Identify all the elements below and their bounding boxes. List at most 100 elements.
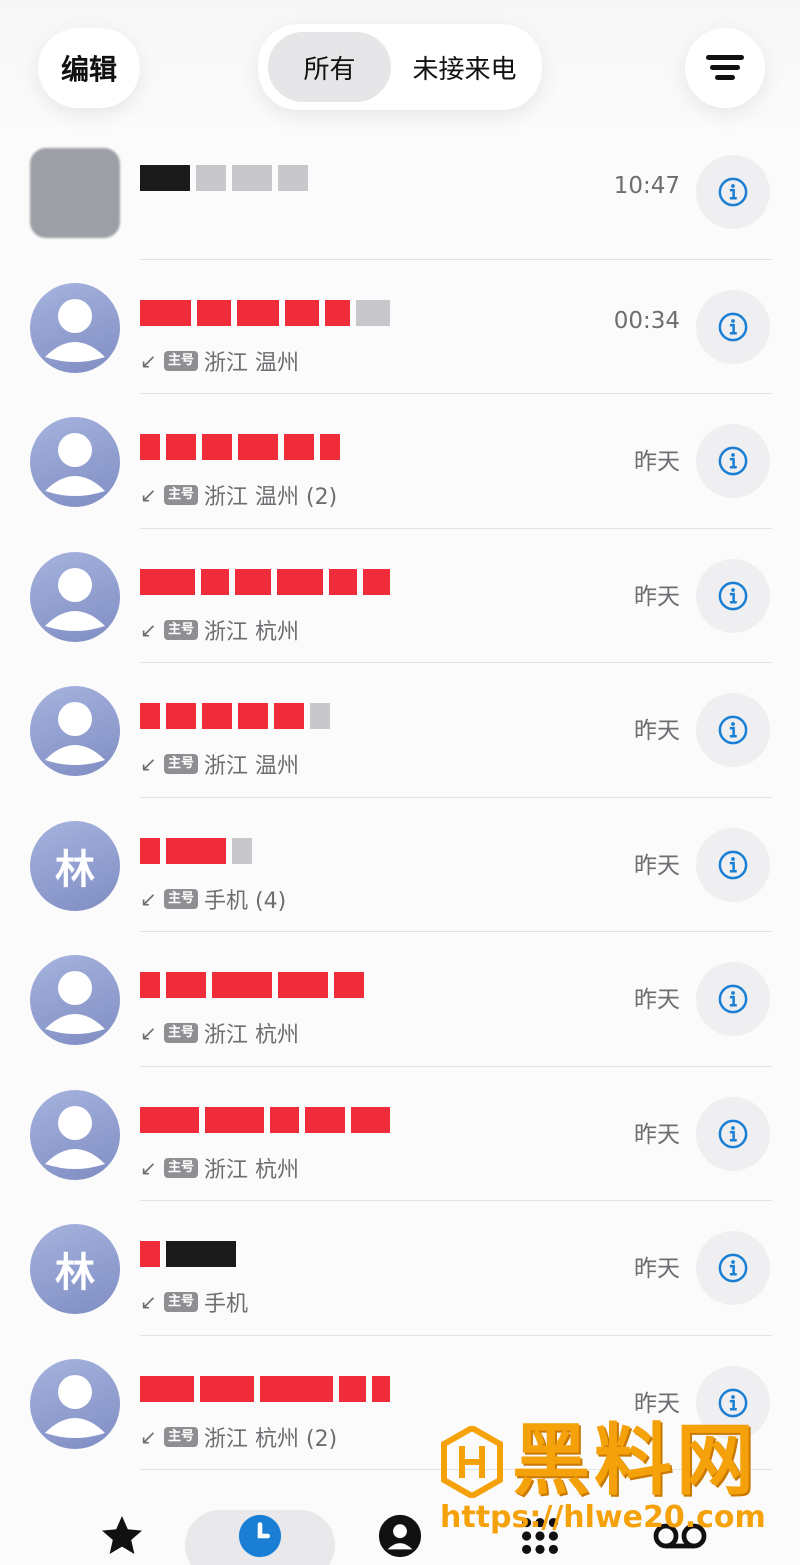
call-meta: ↙ 主号 浙江 温州 (2)	[140, 478, 337, 512]
redaction-block	[234, 568, 272, 595]
contact-avatar	[30, 551, 120, 642]
call-info-button[interactable]	[696, 1096, 770, 1171]
call-meta: ↙ 主号 浙江 杭州 (2)	[140, 1420, 337, 1454]
contact-avatar	[30, 148, 120, 238]
redaction-block	[284, 434, 314, 460]
sim-badge: 主号	[164, 1292, 199, 1312]
redaction-block	[284, 299, 319, 326]
contact-avatar: 林	[30, 1224, 120, 1314]
edit-button[interactable]: 编辑	[38, 28, 140, 108]
redaction-block	[334, 972, 364, 998]
contact-avatar	[30, 282, 120, 373]
redacted-caller-name	[140, 1239, 390, 1269]
call-row[interactable]: ↙ 主号 浙江 温州 00:34	[0, 260, 800, 394]
redacted-caller-name	[140, 432, 390, 462]
redaction-block	[278, 972, 328, 998]
call-row[interactable]: 林 ↙ 主号 手机 (4) 昨天	[0, 798, 800, 932]
person-silhouette-icon	[45, 298, 105, 362]
tab-recents[interactable]	[230, 1506, 290, 1565]
call-row[interactable]: ↙ 主号 浙江 温州 (2) 昨天	[0, 394, 800, 529]
filter-lines-icon	[706, 55, 744, 80]
info-icon	[718, 312, 748, 341]
call-info-button[interactable]	[696, 962, 770, 1036]
segment-missed[interactable]: 未接来电	[395, 32, 534, 102]
redaction-block	[140, 1106, 199, 1133]
contact-avatar	[30, 955, 120, 1045]
redaction-block	[166, 1241, 236, 1267]
info-icon	[718, 1253, 748, 1283]
incoming-call-arrow-icon: ↙	[140, 483, 157, 507]
segment-all[interactable]: 所有	[268, 32, 392, 102]
sim-badge: 主号	[164, 754, 199, 774]
person-silhouette-icon	[45, 702, 105, 765]
redaction-block	[338, 1375, 366, 1402]
info-icon	[718, 446, 748, 476]
redaction-block	[200, 1375, 255, 1402]
call-location: 手机 (4)	[204, 888, 287, 914]
call-row[interactable]: ↙ 主号 浙江 杭州 昨天	[0, 1067, 800, 1201]
info-icon	[718, 581, 748, 610]
sim-badge: 主号	[164, 350, 199, 371]
call-meta: ↙ 主号 浙江 温州	[140, 344, 299, 378]
call-info-button[interactable]	[696, 155, 770, 229]
call-time: 昨天	[634, 583, 680, 610]
contact-avatar	[30, 686, 120, 776]
redaction-block	[201, 568, 229, 595]
call-row[interactable]: ↙ 主号 浙江 温州 昨天	[0, 663, 800, 798]
sim-badge: 主号	[164, 1023, 199, 1043]
call-row[interactable]: ↙ 主号 浙江 杭州 昨天	[0, 529, 800, 663]
calls-filter-segmented-control: 所有 未接来电	[258, 24, 542, 110]
contact-avatar	[30, 1358, 120, 1449]
call-row[interactable]: ↙ 主号 浙江 杭州 昨天	[0, 932, 800, 1067]
call-info-button[interactable]	[696, 289, 770, 364]
avatar-initial: 林	[55, 846, 95, 893]
call-time: 昨天	[634, 1256, 680, 1282]
call-info-button[interactable]	[696, 558, 770, 633]
info-icon	[718, 850, 748, 879]
call-info-button[interactable]	[696, 424, 770, 498]
info-icon	[718, 715, 748, 745]
redaction-block	[140, 972, 160, 998]
incoming-call-arrow-icon: ↙	[140, 1290, 157, 1314]
redacted-caller-name	[140, 970, 390, 1000]
call-time: 昨天	[634, 852, 680, 879]
sim-badge: 主号	[164, 888, 199, 909]
redaction-block	[371, 1375, 390, 1402]
redaction-block	[202, 434, 232, 460]
recents-icon	[238, 1514, 282, 1558]
redaction-block	[166, 434, 196, 460]
redaction-block	[238, 703, 268, 729]
call-row[interactable]: 10:47	[0, 125, 800, 260]
call-location: 浙江 温州 (2)	[204, 485, 338, 510]
redacted-caller-name	[140, 1105, 390, 1135]
redaction-block	[140, 1375, 195, 1402]
call-time: 昨天	[634, 1390, 680, 1417]
call-row[interactable]: 林 ↙ 主号 手机 昨天	[0, 1201, 800, 1336]
redacted-caller-name	[140, 701, 390, 731]
info-icon	[718, 1119, 748, 1148]
incoming-call-arrow-icon: ↙	[140, 752, 157, 776]
watermark-title: 黑料网	[512, 1416, 759, 1506]
tab-favorites[interactable]	[92, 1506, 152, 1565]
redaction-block	[362, 568, 390, 595]
call-info-button[interactable]	[696, 693, 770, 767]
redaction-block	[166, 837, 226, 864]
call-info-button[interactable]	[696, 1231, 770, 1305]
call-meta: ↙ 主号 浙江 杭州	[140, 1151, 299, 1185]
incoming-call-arrow-icon: ↙	[140, 1021, 157, 1045]
incoming-call-arrow-icon: ↙	[140, 1155, 157, 1180]
sim-badge: 主号	[164, 485, 199, 505]
redaction-block	[320, 434, 340, 460]
call-location: 手机	[204, 1292, 249, 1317]
call-info-button[interactable]	[696, 827, 770, 902]
sim-badge: 主号	[164, 1426, 199, 1447]
redaction-block	[310, 703, 330, 729]
redaction-block	[212, 972, 272, 998]
filter-menu-button[interactable]	[685, 28, 765, 108]
redaction-block	[350, 1106, 390, 1133]
redaction-block	[140, 1241, 160, 1267]
info-icon	[718, 1388, 748, 1417]
tab-contacts[interactable]	[370, 1506, 430, 1565]
call-meta: ↙ 主号 手机 (4)	[140, 882, 286, 916]
contact-avatar: 林	[30, 820, 120, 911]
